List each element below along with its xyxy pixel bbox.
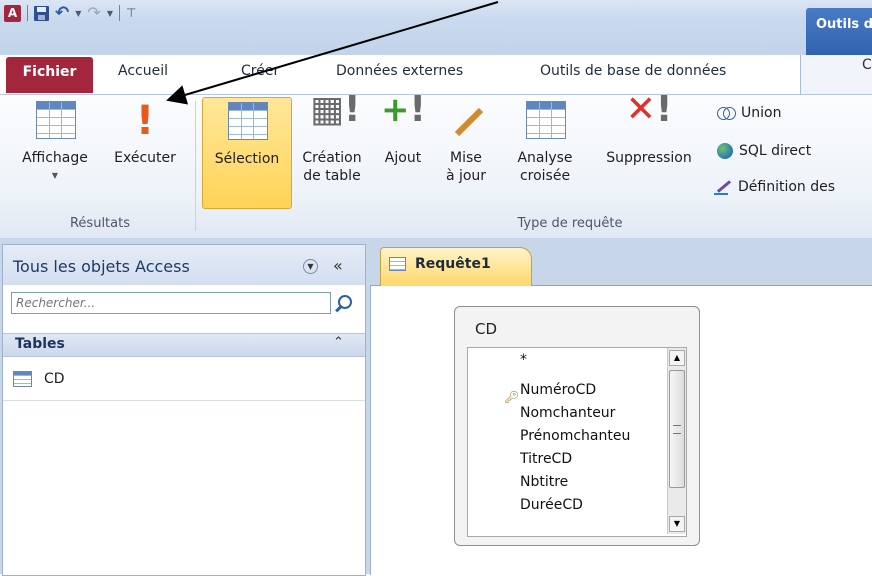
ribbon: Affichage ▼ ! Exécuter Résultats Sélecti… <box>0 92 872 238</box>
field-item[interactable]: NuméroCD <box>520 382 596 398</box>
qat-separator <box>27 5 28 21</box>
query-icon <box>389 257 406 271</box>
append-plus-icon: + <box>381 90 410 130</box>
union-button[interactable]: Union <box>717 105 781 121</box>
navigation-pane: Tous les objets Access ▼ « Tables ⌃ CD <box>2 244 366 576</box>
tab-requete1[interactable]: Requête1 <box>380 247 532 286</box>
delete-x-icon: ✕ <box>625 89 656 130</box>
undo-dropdown-icon[interactable]: ▼ <box>75 9 81 18</box>
field-item[interactable]: DuréeCD <box>520 497 583 513</box>
mise-label-line2: à jour <box>445 168 487 184</box>
definition-button[interactable]: Définition des <box>714 179 835 195</box>
nav-header[interactable]: Tous les objets Access ▼ « <box>3 245 365 285</box>
append-exclamation-icon: ! <box>409 89 426 130</box>
field-item[interactable]: Nomchanteur <box>520 405 615 421</box>
run-exclamation-icon: ! <box>135 98 155 144</box>
affichage-label: Affichage <box>22 150 88 166</box>
mise-a-jour-button[interactable]: Mise à jour <box>440 97 492 185</box>
field-item[interactable]: Prénomchanteu <box>520 428 630 444</box>
ajout-button[interactable]: +! Ajout <box>378 92 428 167</box>
mise-label: Mise <box>450 150 482 166</box>
contextual-tab-label: Outils de <box>816 17 872 32</box>
undo-icon[interactable]: ↶ <box>55 4 69 22</box>
selection-query-icon <box>228 102 268 140</box>
nav-menu-dropdown-icon[interactable]: ▼ <box>303 259 318 274</box>
table-icon <box>13 371 32 387</box>
document-tab-label: Requête1 <box>415 256 491 272</box>
datasheet-view-icon <box>36 101 76 139</box>
scrollbar-thumb[interactable] <box>669 370 685 488</box>
quick-access-toolbar: A ↶ ▼ ↷ ▼ ⊤ <box>4 3 136 23</box>
field-list-box: * 🔑︎ NuméroCD Nomchanteur Prénomchanteu … <box>467 347 687 537</box>
selection-button[interactable]: Sélection <box>202 97 292 209</box>
search-button[interactable] <box>333 292 357 316</box>
scroll-grip-icon <box>673 425 681 434</box>
data-definition-icon <box>714 179 732 195</box>
nav-item-label: CD <box>44 371 65 387</box>
tab-fichier[interactable]: Fichier <box>6 57 93 93</box>
definition-label: Définition des <box>738 179 836 195</box>
ajout-label: Ajout <box>384 150 422 166</box>
group-separator <box>195 101 196 231</box>
field-item[interactable]: TitreCD <box>520 451 572 467</box>
executer-button[interactable]: ! Exécuter <box>103 97 187 167</box>
analyse-label: Analyse <box>517 150 573 166</box>
creation-label-line2: de table <box>303 168 361 184</box>
redo-icon: ↷ <box>87 3 101 22</box>
make-table-icon: ▦! <box>310 89 361 130</box>
analyse-croisee-button[interactable]: Analyse croisée <box>505 97 585 185</box>
affichage-dropdown-icon[interactable]: ▼ <box>6 167 104 185</box>
executer-label: Exécuter <box>114 150 176 166</box>
group-label-resultats: Résultats <box>69 216 130 231</box>
tab-conception-partial[interactable]: C <box>862 57 872 73</box>
delete-exclamation-icon: ! <box>655 89 673 130</box>
update-pencil-icon <box>446 101 486 141</box>
customize-qat-icon[interactable]: ⊤ <box>126 6 136 20</box>
field-item[interactable]: * <box>520 352 527 368</box>
tab-accueil[interactable]: Accueil <box>118 56 168 94</box>
save-icon[interactable] <box>34 5 49 21</box>
field-list-cd[interactable]: CD * 🔑︎ NuméroCD Nomchanteur Prénomchant… <box>454 306 700 546</box>
qat-separator <box>118 5 120 21</box>
search-input[interactable] <box>11 292 331 314</box>
tables-section-label: Tables <box>15 336 65 352</box>
contextual-tab-outils[interactable]: Outils de <box>806 8 872 55</box>
tab-creer[interactable]: Créer <box>241 56 279 94</box>
nav-collapse-icon[interactable]: « <box>333 256 343 275</box>
field-item[interactable]: Nbtitre <box>520 474 568 490</box>
nav-title[interactable]: Tous les objets Access <box>13 257 190 276</box>
access-logo-icon[interactable]: A <box>4 4 21 22</box>
field-list-scrollbar[interactable]: ▲ ▼ <box>667 348 686 534</box>
scroll-up-icon[interactable]: ▲ <box>669 350 685 366</box>
field-list-title[interactable]: CD <box>475 320 497 338</box>
suppression-label: Suppression <box>606 150 692 166</box>
creation-table-button[interactable]: ▦! Création de table <box>293 92 371 185</box>
sql-direct-button[interactable]: SQL direct <box>717 143 811 159</box>
nav-divider <box>3 400 365 401</box>
tables-section-header[interactable]: Tables ⌃ <box>3 333 365 357</box>
suppression-button[interactable]: ✕! Suppression <box>593 92 705 167</box>
scroll-down-icon[interactable]: ▼ <box>669 516 685 532</box>
sql-direct-label: SQL direct <box>739 143 812 159</box>
primary-key-icon: 🔑︎ <box>504 390 520 404</box>
analyse-label-line2: croisée <box>519 168 571 184</box>
union-label: Union <box>741 105 782 121</box>
nav-search <box>11 292 357 316</box>
group-label-type-de-requete: Type de requête <box>517 216 623 231</box>
redo-dropdown-icon: ▼ <box>106 8 113 18</box>
globe-icon <box>717 143 733 159</box>
collapse-section-icon[interactable]: ⌃ <box>333 335 344 350</box>
affichage-button[interactable]: Affichage ▼ <box>6 97 104 185</box>
crosstab-icon <box>526 101 566 139</box>
selection-label: Sélection <box>214 151 280 167</box>
union-icon <box>717 107 736 120</box>
nav-item-cd[interactable]: CD <box>13 371 65 387</box>
creation-label: Création <box>302 150 362 166</box>
